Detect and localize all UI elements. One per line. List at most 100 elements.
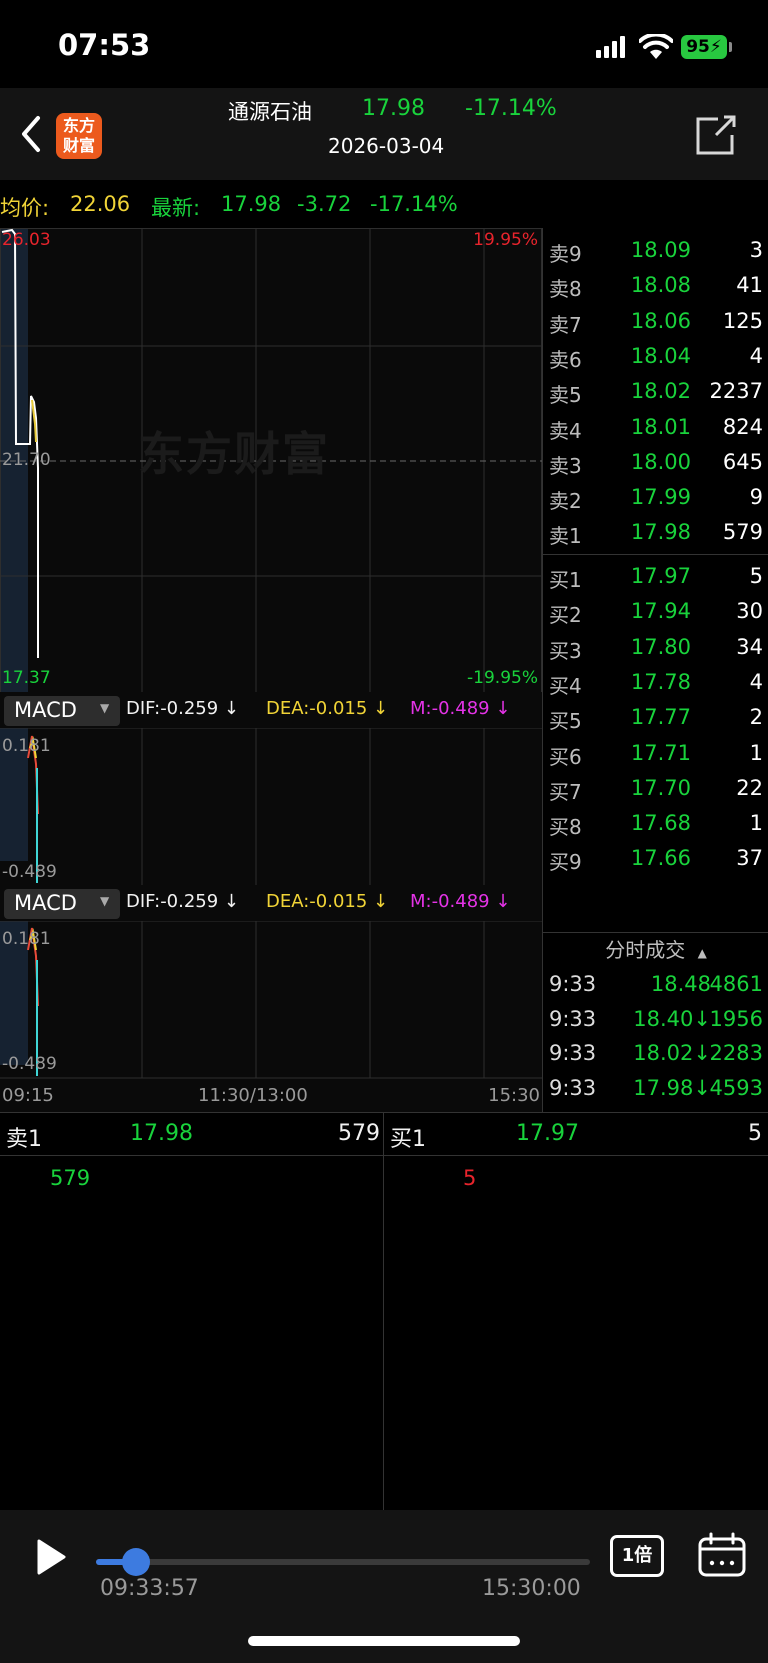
bid-volume: 30 — [736, 599, 763, 624]
tick-row: 9:33 18.48 4861 — [543, 966, 768, 1003]
bid-row[interactable]: 买4 17.78 4 — [543, 664, 768, 701]
summary-sell-price: 17.98 — [130, 1121, 193, 1146]
time-axis-mid: 11:30/13:00 — [198, 1085, 308, 1106]
replay-end-time: 15:30:00 — [482, 1576, 581, 1601]
intraday-chart-area[interactable]: 东方财富 26.03 19.95% 21.70 17.37 -19.95% MA… — [0, 228, 542, 1112]
macd-dea: DEA:-0.015 ↓ — [266, 891, 389, 912]
bid-level-label: 买4 — [549, 673, 582, 698]
macd-top-label-1: 0.181 — [2, 736, 51, 756]
ask-volume: 579 — [722, 520, 763, 545]
bid-level-label: 买7 — [549, 779, 582, 804]
logo-text-line1: 东方 — [62, 116, 95, 135]
play-button[interactable] — [34, 1537, 68, 1577]
ask-row[interactable]: 卖4 18.01 824 — [543, 409, 768, 446]
bid-row[interactable]: 买9 17.66 37 — [543, 840, 768, 877]
ask-level-label: 卖8 — [549, 277, 582, 302]
ask-row[interactable]: 卖7 18.06 125 — [543, 303, 768, 340]
ask-level-label: 卖4 — [549, 418, 582, 443]
bid-row[interactable]: 买8 17.68 1 — [543, 805, 768, 842]
battery-icon: 95⚡ — [681, 35, 727, 59]
bid-volume: 4 — [749, 669, 763, 694]
ask-level-label: 卖9 — [549, 242, 582, 266]
wifi-icon — [639, 34, 673, 59]
bid-price: 17.78 — [630, 669, 691, 694]
logo-text-line2: 财富 — [62, 136, 95, 155]
ask-row[interactable]: 卖5 18.02 2237 — [543, 373, 768, 410]
ask-volume: 125 — [722, 308, 763, 333]
price-low-pct: -19.95% — [467, 668, 538, 688]
ticks-header-label: 分时成交 — [605, 938, 686, 962]
ask-row[interactable]: 卖9 18.09 3 — [543, 232, 768, 269]
avg-value: 22.06 — [70, 192, 131, 216]
macd-header-2: MACD ▼ DIF:-0.259 ↓ DEA:-0.015 ↓ M:-0.48… — [0, 885, 542, 921]
summary-sell-label: 卖1 — [6, 1127, 42, 1152]
replay-current-time: 09:33:57 — [100, 1576, 199, 1601]
ask-volume: 2237 — [709, 379, 763, 404]
stock-price: 17.98 — [362, 96, 425, 121]
battery-cap-icon — [729, 42, 732, 52]
macd-selector-2[interactable]: MACD ▼ — [4, 889, 120, 919]
macd-selector-label: MACD — [14, 698, 77, 722]
bid-price: 17.70 — [630, 775, 691, 800]
bid-level-label: 买5 — [549, 709, 582, 734]
back-button[interactable] — [16, 110, 46, 158]
bid-price: 17.97 — [630, 564, 691, 588]
price-low-label: 17.37 — [2, 668, 51, 688]
ask-row[interactable]: 卖1 17.98 579 — [543, 514, 768, 551]
macd-selector-1[interactable]: MACD ▼ — [4, 696, 120, 726]
ask-volume: 645 — [722, 449, 763, 474]
summary-buy-price: 17.97 — [516, 1121, 579, 1146]
ask-price: 18.00 — [630, 449, 691, 474]
ask-row[interactable]: 卖2 17.99 9 — [543, 479, 768, 516]
ticks-header[interactable]: 分时成交 ▲ — [543, 934, 768, 964]
macd-dif: DIF:-0.259 ↓ — [126, 891, 240, 912]
ask-price: 18.06 — [630, 308, 691, 333]
bid-level-label: 买3 — [549, 638, 582, 663]
latest-label: 最新: — [151, 196, 201, 220]
bid-volume: 34 — [736, 634, 763, 659]
replay-progress-knob[interactable] — [121, 1548, 150, 1576]
ask-level-label: 卖2 — [549, 489, 582, 514]
ask-price: 17.99 — [630, 485, 691, 510]
bid-row[interactable]: 买3 17.80 34 — [543, 629, 768, 666]
macd-top-label-2: 0.181 — [2, 929, 51, 949]
bid-row[interactable]: 买2 17.94 30 — [543, 593, 768, 630]
bid-row[interactable]: 买5 17.77 2 — [543, 699, 768, 736]
price-high-label: 26.03 — [2, 230, 51, 250]
summary-sell-volume: 579 — [338, 1121, 380, 1146]
ask-volume: 4 — [749, 343, 763, 368]
summary-buy-volume: 5 — [748, 1121, 762, 1146]
avg-label: 均价: — [0, 196, 50, 220]
status-time: 07:53 — [58, 28, 151, 62]
bid-volume: 1 — [749, 740, 763, 765]
sell-queue-value: 579 — [50, 1166, 91, 1190]
bid-row[interactable]: 买7 17.70 22 — [543, 770, 768, 807]
bid-row[interactable]: 买6 17.71 1 — [543, 735, 768, 772]
bid-level-label: 买1 — [549, 568, 582, 592]
speed-button[interactable]: 1倍 — [610, 1535, 664, 1577]
order-queue-panel: 579 5 — [0, 1156, 768, 1510]
bid-level-label: 买6 — [549, 744, 582, 769]
calendar-icon[interactable] — [697, 1532, 747, 1578]
tick-price: 18.02↓ — [633, 1041, 711, 1065]
ask-level-label: 卖6 — [549, 347, 582, 372]
replay-progress-track[interactable] — [96, 1548, 590, 1576]
share-icon[interactable] — [694, 113, 738, 157]
bid-volume: 5 — [749, 564, 763, 588]
macd-dea: DEA:-0.015 ↓ — [266, 698, 389, 719]
tick-row: 9:33 18.02↓ 2283 — [543, 1035, 768, 1072]
tick-price: 17.98↓ — [633, 1075, 711, 1100]
bid-row[interactable]: 买1 17.97 5 — [543, 558, 768, 595]
bid-volume: 2 — [749, 705, 763, 730]
ask-level-label: 卖3 — [549, 453, 582, 478]
ask-price: 18.04 — [630, 343, 691, 368]
ask-price: 18.02 — [630, 379, 691, 404]
ask-volume: 3 — [749, 238, 763, 262]
ask-volume: 824 — [722, 414, 763, 439]
header-bar: 东方 财富 通源石油 17.98 -17.14% 2026-03-04 — [0, 88, 768, 180]
ask-row[interactable]: 卖8 18.08 41 — [543, 267, 768, 304]
stock-name: 通源石油 — [228, 100, 312, 124]
ask-row[interactable]: 卖6 18.04 4 — [543, 338, 768, 375]
ask-row[interactable]: 卖3 18.00 645 — [543, 444, 768, 481]
tick-volume: 4861 — [709, 972, 763, 996]
